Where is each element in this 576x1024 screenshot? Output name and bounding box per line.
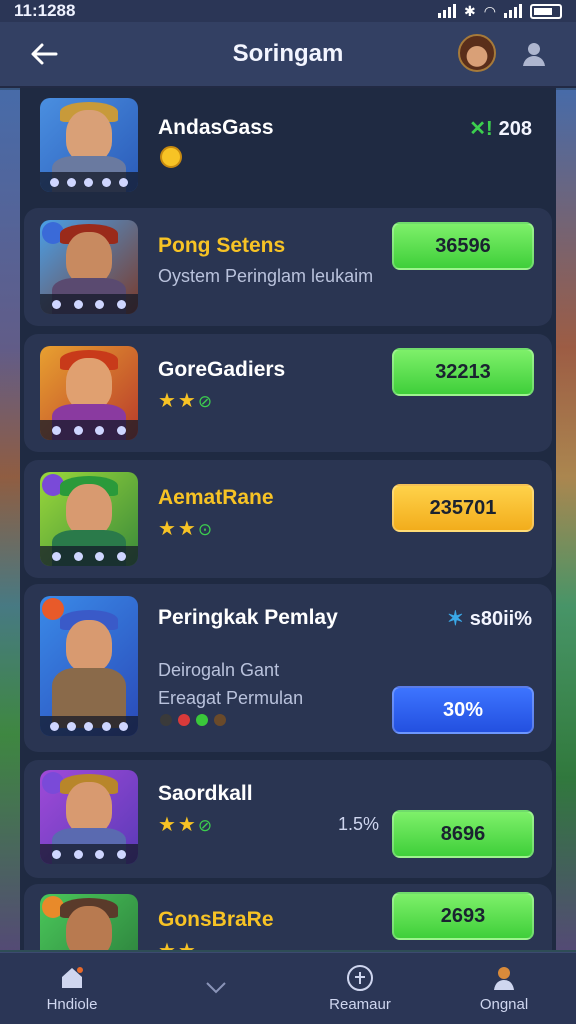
battery-icon (530, 3, 562, 19)
color-dots (160, 714, 226, 726)
star-icon: ✶ (446, 608, 464, 630)
chevron-down-icon (206, 981, 226, 993)
score-button[interactable]: 8696 (392, 810, 534, 858)
leaderboard-list[interactable]: AndasGass ✕! 208 Pong Setens Oystem Perin… (20, 88, 556, 950)
item-name: Pong Setens (158, 234, 286, 257)
app-header: Soringam (0, 22, 576, 88)
item-side-stat: 1.5% (338, 814, 380, 834)
add-circle-icon (347, 965, 373, 991)
list-item[interactable]: GonsBraRe ★★ 2693 (24, 884, 552, 950)
hero-portrait (40, 346, 138, 440)
item-stat: ✶ s80ii% (446, 608, 532, 630)
nav-item-dropdown[interactable] (144, 953, 288, 1024)
star-rating: ★★ (158, 938, 198, 950)
nav-item-add[interactable]: Reamaur (288, 953, 432, 1024)
star-rating: ★★⊘ (158, 390, 215, 412)
list-item[interactable]: Peringkak Pemlay ✶ s80ii% Deirogaln Gant … (24, 584, 552, 752)
item-subtitle: Ereagat Permulan (158, 688, 304, 708)
list-item[interactable]: Pong Setens Oystem Peringlam leukaim 365… (24, 208, 552, 326)
hero-portrait (40, 98, 138, 192)
list-item[interactable]: AematRane ★★⊙ 235701 (24, 460, 552, 578)
hero-portrait (40, 220, 138, 314)
score-button[interactable]: 32213 (392, 348, 534, 396)
nav-item-home[interactable]: Hndiole (0, 953, 144, 1024)
score-button[interactable]: 36596 (392, 222, 534, 270)
avatar[interactable] (458, 34, 496, 72)
bluetooth-icon: ✱ (464, 2, 476, 19)
user-icon (494, 967, 514, 990)
item-score: ✕! 208 (469, 118, 532, 140)
item-name: Saordkall (158, 782, 253, 805)
star-rating: ★★⊙ (158, 518, 215, 540)
cellular-icon (504, 4, 522, 18)
item-name: AematRane (158, 486, 274, 509)
hero-portrait (40, 770, 138, 864)
item-subtitle: Deirogaln Gant (158, 660, 280, 680)
item-name: GonsBraRe (158, 908, 274, 931)
nav-label: Reamaur (329, 996, 391, 1013)
hero-portrait (40, 894, 138, 950)
wifi-icon: ◠ (483, 2, 496, 19)
item-subtitle: Oystem Peringlam leukaim (158, 266, 374, 286)
nav-item-profile[interactable]: Ongnal (432, 953, 576, 1024)
hero-portrait (40, 596, 138, 736)
item-name: Peringkak Pemlay (158, 606, 338, 629)
score-icon: ✕! (469, 118, 493, 140)
item-name: AndasGass (158, 116, 274, 139)
status-bar: 11:1288 ✱ ◠ (0, 0, 576, 22)
score-button[interactable]: 235701 (392, 484, 534, 532)
list-item[interactable]: AndasGass ✕! 208 (24, 88, 552, 198)
status-time: 11:1288 (14, 1, 76, 20)
hero-portrait (40, 472, 138, 566)
list-item[interactable]: Saordkall ★★⊘ 1.5% 8696 (24, 760, 552, 878)
home-icon (62, 967, 83, 988)
nav-label: Hndiole (46, 996, 98, 1013)
item-name: GoreGadiers (158, 358, 286, 381)
star-rating: ★★⊘ (158, 814, 215, 836)
bottom-navigation: Hndiole Reamaur Ongnal (0, 952, 576, 1024)
status-icons: ✱ ◠ (438, 3, 562, 20)
score-button[interactable]: 2693 (392, 892, 534, 940)
score-button[interactable]: 30% (392, 686, 534, 734)
signal-icon (438, 4, 457, 18)
profile-icon[interactable] (518, 38, 550, 70)
coin-icon (160, 146, 182, 168)
nav-label: Ongnal (479, 996, 529, 1013)
list-item[interactable]: GoreGadiers ★★⊘ 32213 (24, 334, 552, 452)
